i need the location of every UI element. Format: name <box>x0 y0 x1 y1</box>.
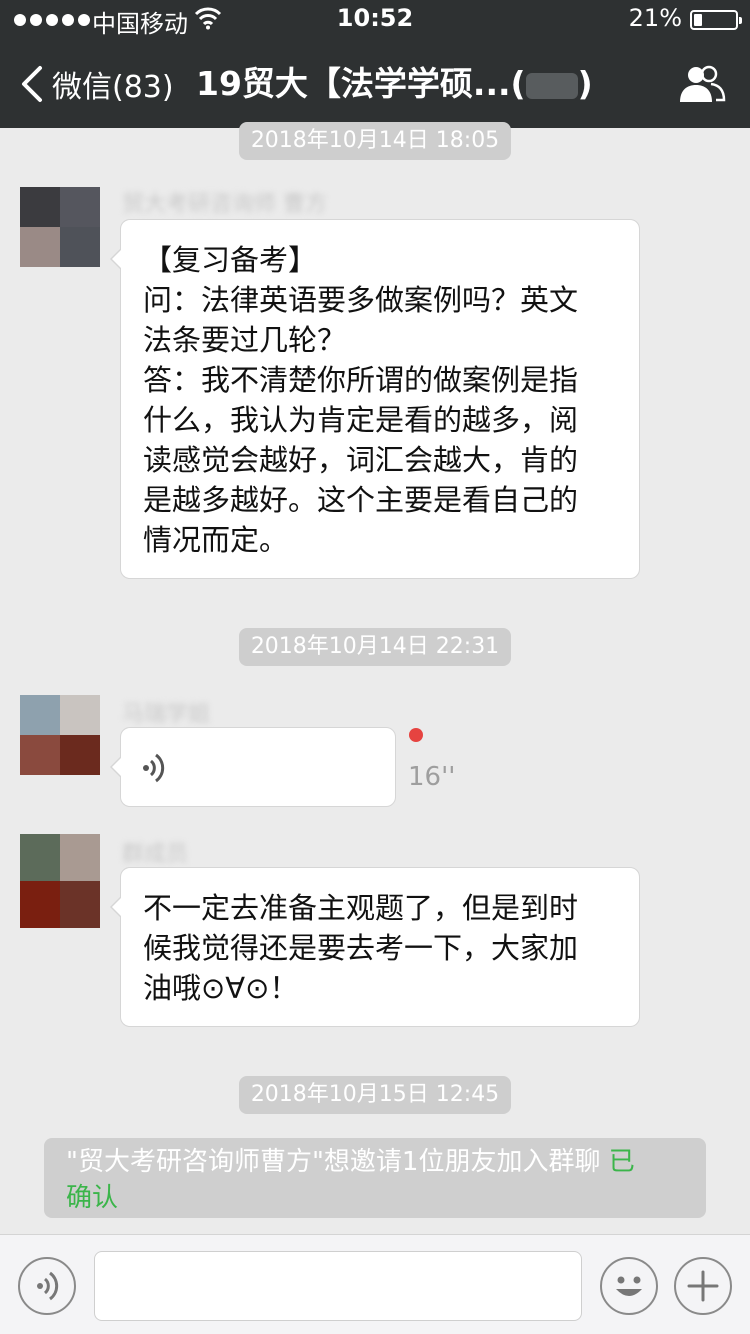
timestamp-2: 2018年10月14日 22:31 <box>0 628 750 666</box>
emoji-button[interactable] <box>600 1257 658 1315</box>
back-label: 微信(83) <box>52 70 174 105</box>
message-input[interactable] <box>94 1251 582 1321</box>
message-line: 不一定去准备主观题了，但是到时 <box>143 891 579 925</box>
message-line: 情况而定。 <box>143 523 289 557</box>
nav-bar: 微信(83) 19贸大【法学学硕...() <box>0 40 750 128</box>
message-line: 法条要过几轮？ <box>143 323 347 357</box>
chat-title: 19贸大【法学学硕...() <box>196 40 593 128</box>
message-line: 是越多越好。这个主要是看自己的 <box>143 483 579 517</box>
more-button[interactable] <box>674 1257 732 1315</box>
input-bar <box>0 1234 750 1334</box>
timestamp-1: 2018年10月14日 18:05 <box>0 122 750 160</box>
timestamp-text: 2018年10月14日 18:05 <box>238 122 512 160</box>
sender-name: 马瑞学姐 <box>122 702 211 727</box>
voice-icon <box>143 753 165 783</box>
confirm-link[interactable]: 确认 <box>66 1183 118 1213</box>
battery-percent: 21% <box>628 4 682 32</box>
sender-name: 贸大考研咨询师 曹方 <box>122 192 327 217</box>
message-line: 答：我不清楚你所谓的做案例是指 <box>143 363 579 397</box>
message-bubble[interactable]: 不一定去准备主观题了，但是到时 候我觉得还是要去考一下，大家加 油哦⊙∀⊙！ <box>110 867 640 1027</box>
sender-name: 群成员 <box>122 842 189 867</box>
battery-fill <box>694 14 703 26</box>
unread-dot <box>409 728 423 742</box>
avatar[interactable] <box>20 834 100 928</box>
battery-icon <box>690 10 742 30</box>
back-button[interactable]: 微信(83) <box>18 40 174 128</box>
voice-message-bubble[interactable] <box>110 727 396 807</box>
chevron-left-icon <box>22 66 42 102</box>
voice-input-button[interactable] <box>18 1257 76 1315</box>
message-line: 读感觉会越好，词汇会越大，肯的 <box>143 443 579 477</box>
invite-text: "贸大考研咨询师曹方"想邀请1位朋友加入群聊 <box>66 1147 601 1177</box>
message-line: 问：法律英语要多做案例吗？英文 <box>143 283 579 317</box>
chat-title-text: 19贸大【法学学硕...( <box>196 64 526 103</box>
emoji-icon <box>616 1276 642 1296</box>
message-line: 什么，我认为肯定是看的越多，阅 <box>143 403 579 437</box>
timestamp-3: 2018年10月15日 12:45 <box>0 1076 750 1114</box>
message-bubble[interactable]: 【复习备考】 问：法律英语要多做案例吗？英文 法条要过几轮？ 答：我不清楚你所谓… <box>110 219 640 579</box>
timestamp-text: 2018年10月15日 12:45 <box>238 1076 512 1114</box>
avatar[interactable] <box>20 187 100 267</box>
chat-title-end: ) <box>577 64 593 103</box>
system-invite-notice: "贸大考研咨询师曹方"想邀请1位朋友加入群聊 已 确认 <box>44 1138 706 1218</box>
title-redaction <box>525 72 578 99</box>
message-line: 候我觉得还是要去考一下，大家加 <box>143 931 579 965</box>
timestamp-text: 2018年10月14日 22:31 <box>238 628 512 666</box>
voice-icon <box>37 1271 59 1301</box>
group-members-icon[interactable] <box>678 64 726 104</box>
plus-icon <box>687 1270 719 1302</box>
top-bar: 中国移动 10:52 21% 微信(83) 19贸大【法学学硕...() <box>0 0 750 128</box>
message-line: 【复习备考】 <box>143 243 318 277</box>
voice-duration: 16'' <box>408 762 456 792</box>
message-line: 油哦⊙∀⊙！ <box>143 971 299 1005</box>
status-bar: 中国移动 10:52 21% <box>0 0 750 40</box>
confirm-link[interactable]: 已 <box>609 1147 635 1177</box>
avatar[interactable] <box>20 695 100 775</box>
